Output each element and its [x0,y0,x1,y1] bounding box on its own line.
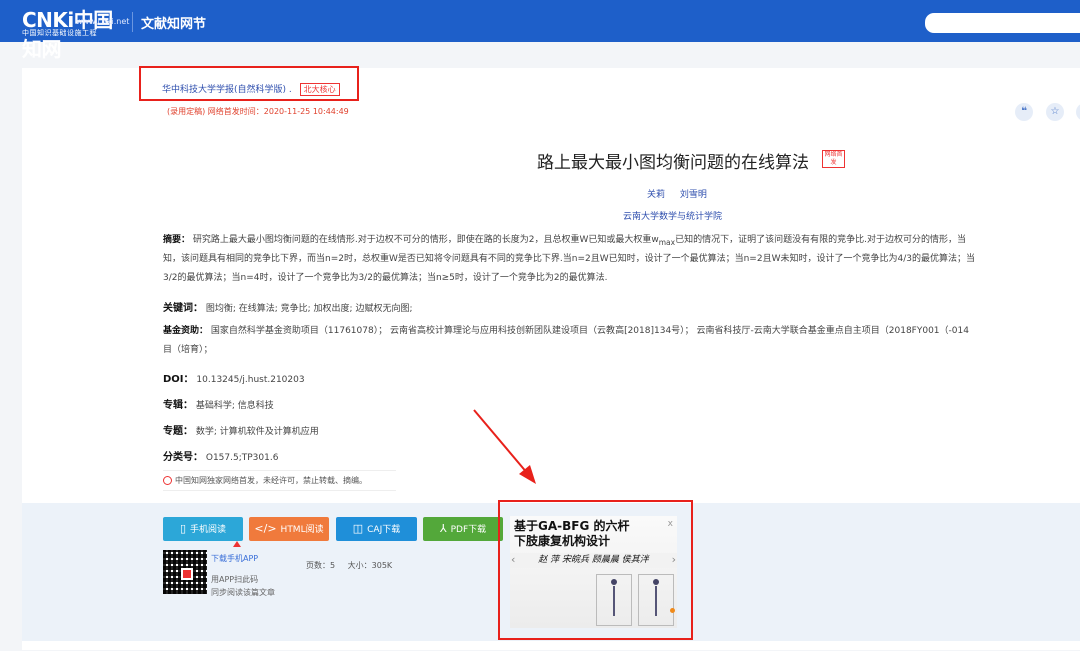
annotation-arrow [473,409,536,484]
